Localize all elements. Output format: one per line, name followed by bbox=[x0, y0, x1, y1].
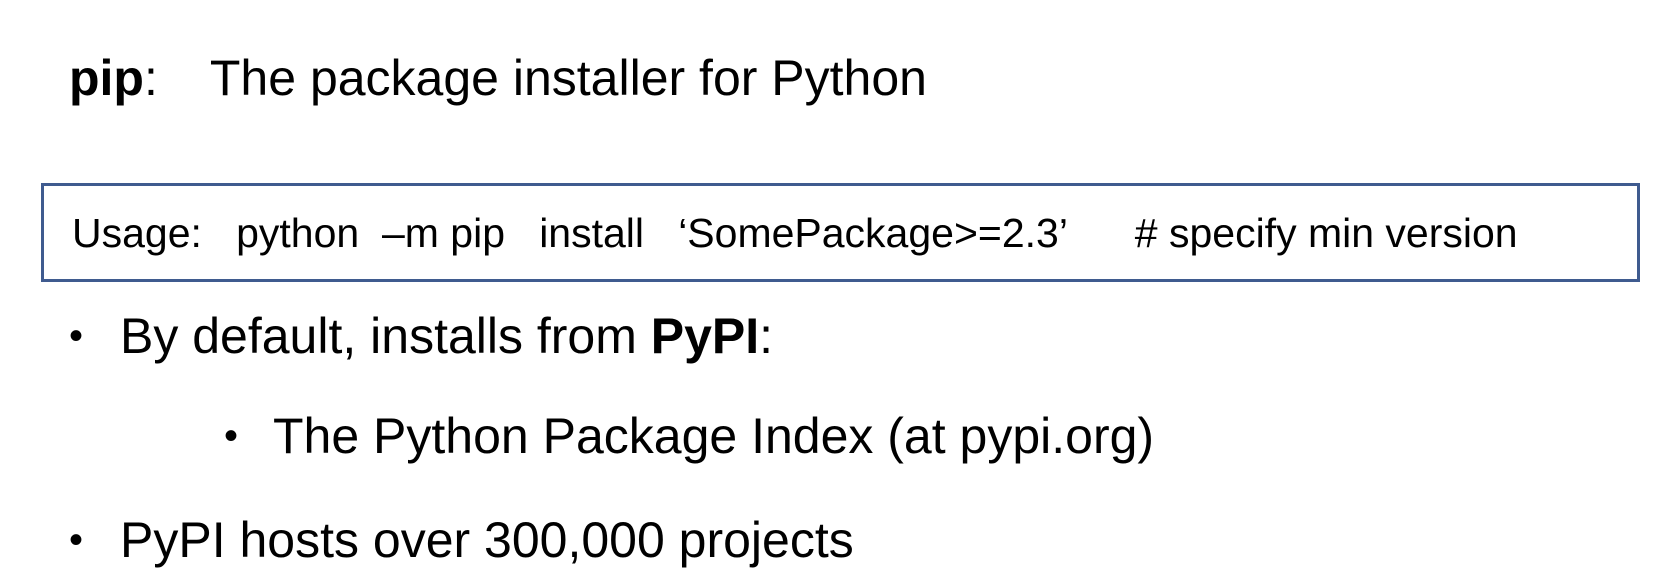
bullet-pypi-projects: PyPI hosts over 300,000 projects bbox=[120, 512, 854, 568]
bullet-dot: • bbox=[69, 314, 84, 358]
title-term: pip bbox=[69, 50, 144, 106]
bullet-dot: • bbox=[69, 518, 84, 562]
sub-bullet-dot: • bbox=[224, 414, 239, 458]
usage-box: Usage: python –m pip install ‘SomePackag… bbox=[41, 183, 1640, 282]
bullet-default-source-pypi: PyPI bbox=[650, 308, 760, 364]
sub-bullet-pypi-name: The Python Package Index (at pypi.org) bbox=[273, 408, 1155, 464]
title-description: The package installer for Python bbox=[209, 50, 927, 106]
bullet-default-source-prefix: By default, installs from bbox=[120, 308, 651, 364]
bullet-default-source: By default, installs from PyPI: bbox=[120, 304, 773, 368]
title-colon: : bbox=[143, 50, 158, 106]
usage-command: Usage: python –m pip install ‘SomePackag… bbox=[72, 210, 1518, 256]
slide-title: pip: The package installer for Python bbox=[69, 46, 927, 110]
bullet-default-source-suffix: : bbox=[759, 308, 774, 364]
